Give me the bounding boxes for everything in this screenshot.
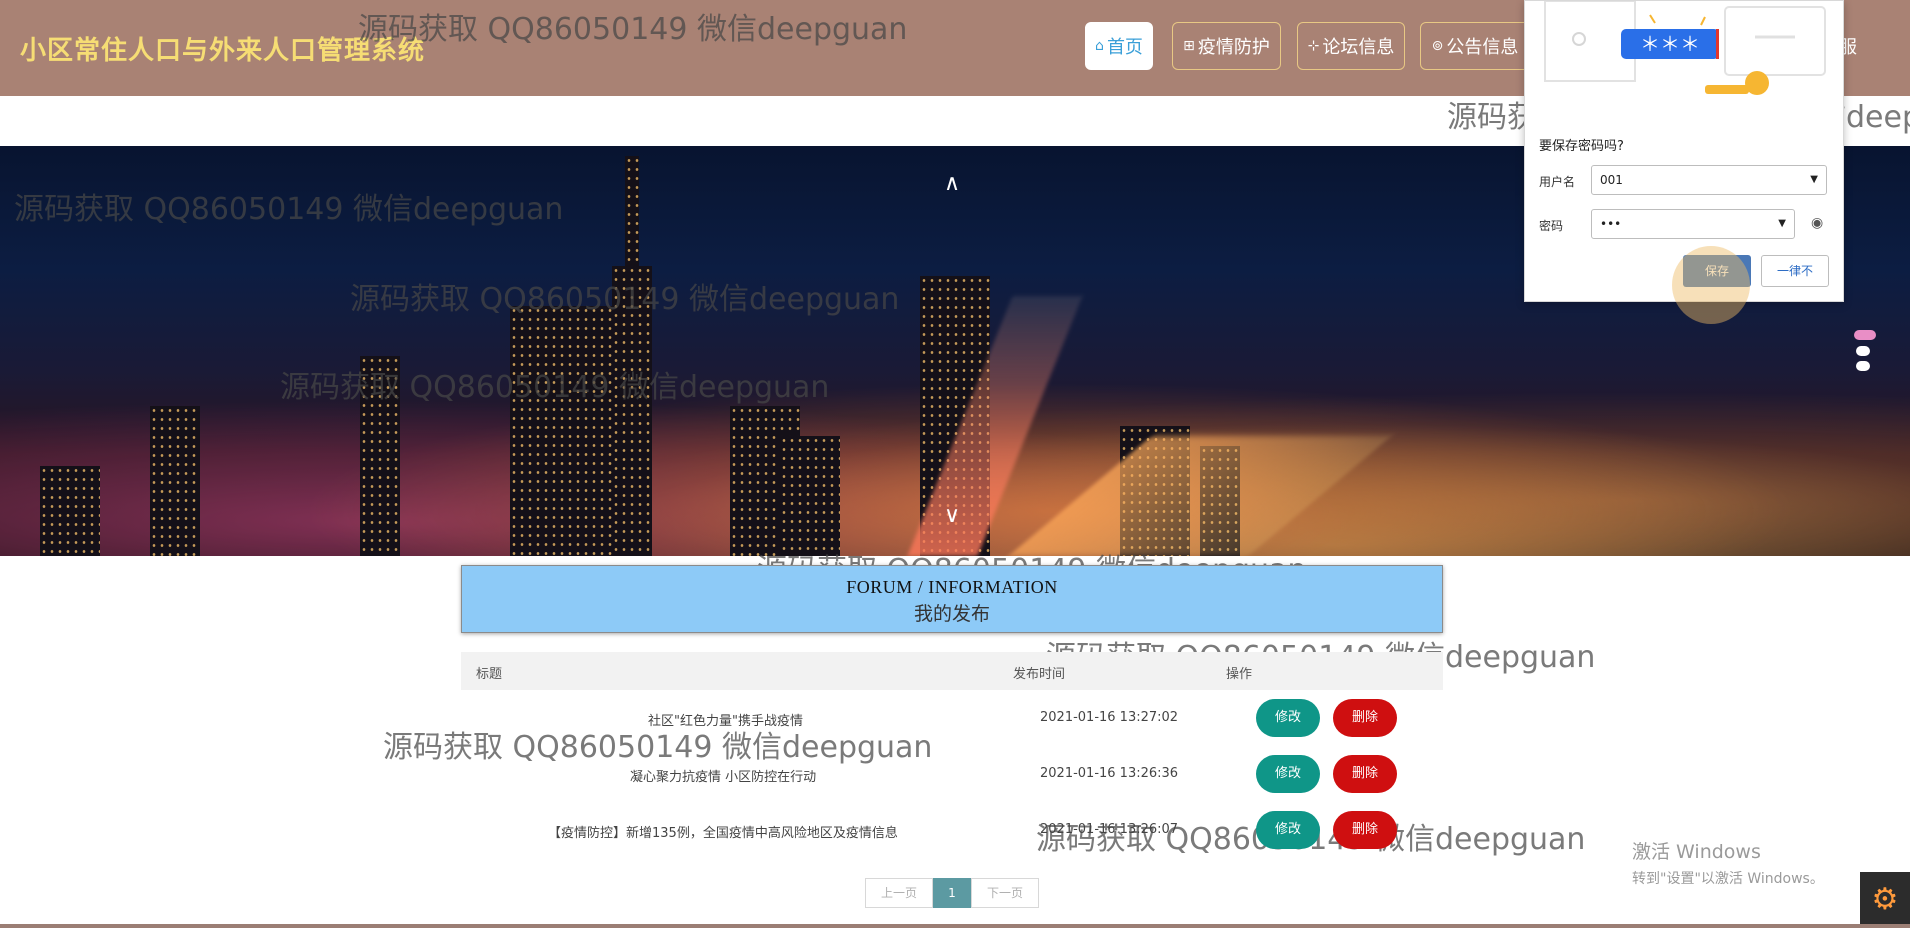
prev-page-button[interactable]: 上一页 [865, 878, 933, 908]
username-select[interactable]: 001 ▼ [1591, 165, 1827, 195]
windows-activation-title: 激活 Windows [1632, 841, 1761, 863]
nav-notice-label: 公告信息 [1446, 37, 1519, 58]
carousel-next-icon[interactable]: ∨ [940, 504, 964, 528]
chevron-down-icon: ▼ [1778, 218, 1786, 229]
username-value: 001 [1600, 173, 1623, 187]
username-label: 用户名 [1539, 175, 1576, 189]
nav-home[interactable]: ⌂ 首页 [1085, 22, 1153, 70]
watermark: 源码获取 QQ86050149 微信deepguan [358, 12, 908, 47]
grid-icon: ⊹ [1307, 38, 1320, 54]
page-1-button[interactable]: 1 [933, 878, 971, 908]
bottom-border [0, 924, 1910, 928]
nav-epidemic[interactable]: ⊞ 疫情防护 [1172, 22, 1281, 70]
nav-forum[interactable]: ⊹ 论坛信息 [1297, 22, 1405, 70]
post-time: 2021-01-16 13:27:02 [1040, 710, 1179, 725]
side-toolbar-dot[interactable] [1856, 361, 1870, 371]
watermark: 源码获取 QQ86050149 微信deepguan [14, 192, 564, 227]
windows-activation-hint: 转到"设置"以激活 Windows。 [1632, 871, 1824, 887]
edit-button[interactable]: 修改 [1256, 699, 1320, 737]
forum-banner: FORUM / INFORMATION 我的发布 [461, 565, 1443, 633]
edit-button[interactable]: 修改 [1256, 755, 1320, 793]
watermark: 源码获取 QQ86050149 微信deepguan [350, 282, 900, 317]
password-value: ••• [1600, 217, 1622, 231]
forum-heading-en: FORUM / INFORMATION [846, 577, 1058, 597]
never-save-button[interactable]: 一律不 [1761, 255, 1829, 287]
building [780, 436, 840, 556]
home-icon: ⌂ [1095, 38, 1104, 54]
side-toolbar-dot[interactable] [1854, 330, 1876, 340]
post-title-link[interactable]: 【疫情防控】新增135例，全国疫情中高风险地区及疫情信息 [548, 822, 898, 841]
password-label: 密码 [1539, 219, 1564, 233]
watermark: 源码获取 QQ86050149 微信deepguan [280, 370, 830, 405]
post-time: 2021-01-16 13:26:07 [1040, 822, 1179, 837]
nav-home-label: 首页 [1106, 37, 1143, 58]
settings-gear-icon[interactable]: ⚙ [1860, 872, 1910, 928]
save-password-title: 要保存密码吗? [1539, 139, 1624, 154]
edit-button[interactable]: 修改 [1256, 811, 1320, 849]
password-select[interactable]: ••• ▼ [1591, 209, 1795, 239]
carousel-prev-icon[interactable]: ∧ [940, 172, 964, 196]
next-page-button[interactable]: 下一页 [971, 878, 1039, 908]
column-title: 标题 [476, 667, 503, 682]
cursor-highlight [1672, 246, 1750, 324]
building [510, 306, 620, 556]
table-header: 标题 发布时间 操作 [461, 652, 1443, 690]
show-password-eye-icon[interactable]: ◉ [1811, 215, 1823, 231]
gift-icon: ⊞ [1183, 38, 1195, 54]
side-toolbar-dot[interactable] [1856, 346, 1870, 356]
column-time: 发布时间 [1013, 667, 1066, 682]
broadcast-icon: ⊚ [1431, 38, 1444, 54]
nav-forum-label: 论坛信息 [1322, 37, 1395, 58]
post-title-link[interactable]: 社区"红色力量"携手战疫情 [648, 710, 803, 729]
chevron-down-icon: ▼ [1810, 174, 1818, 185]
post-time: 2021-01-16 13:26:36 [1040, 766, 1179, 781]
delete-button[interactable]: 删除 [1333, 699, 1397, 737]
nav-notice[interactable]: ⊚ 公告信息 [1420, 22, 1530, 70]
masked-password-banner: ＊＊＊ [1640, 32, 1700, 56]
nav-epidemic-label: 疫情防护 [1197, 37, 1270, 58]
column-action: 操作 [1226, 667, 1253, 682]
building [40, 466, 100, 556]
delete-button[interactable]: 删除 [1333, 811, 1397, 849]
forum-heading-zh: 我的发布 [913, 604, 990, 625]
windows-activation-notice: 激活 Windows 转到"设置"以激活 Windows。 [1632, 837, 1824, 888]
building [150, 406, 200, 556]
post-title-link[interactable]: 凝心聚力抗疫情 小区防控在行动 [630, 766, 816, 785]
delete-button[interactable]: 删除 [1333, 755, 1397, 793]
